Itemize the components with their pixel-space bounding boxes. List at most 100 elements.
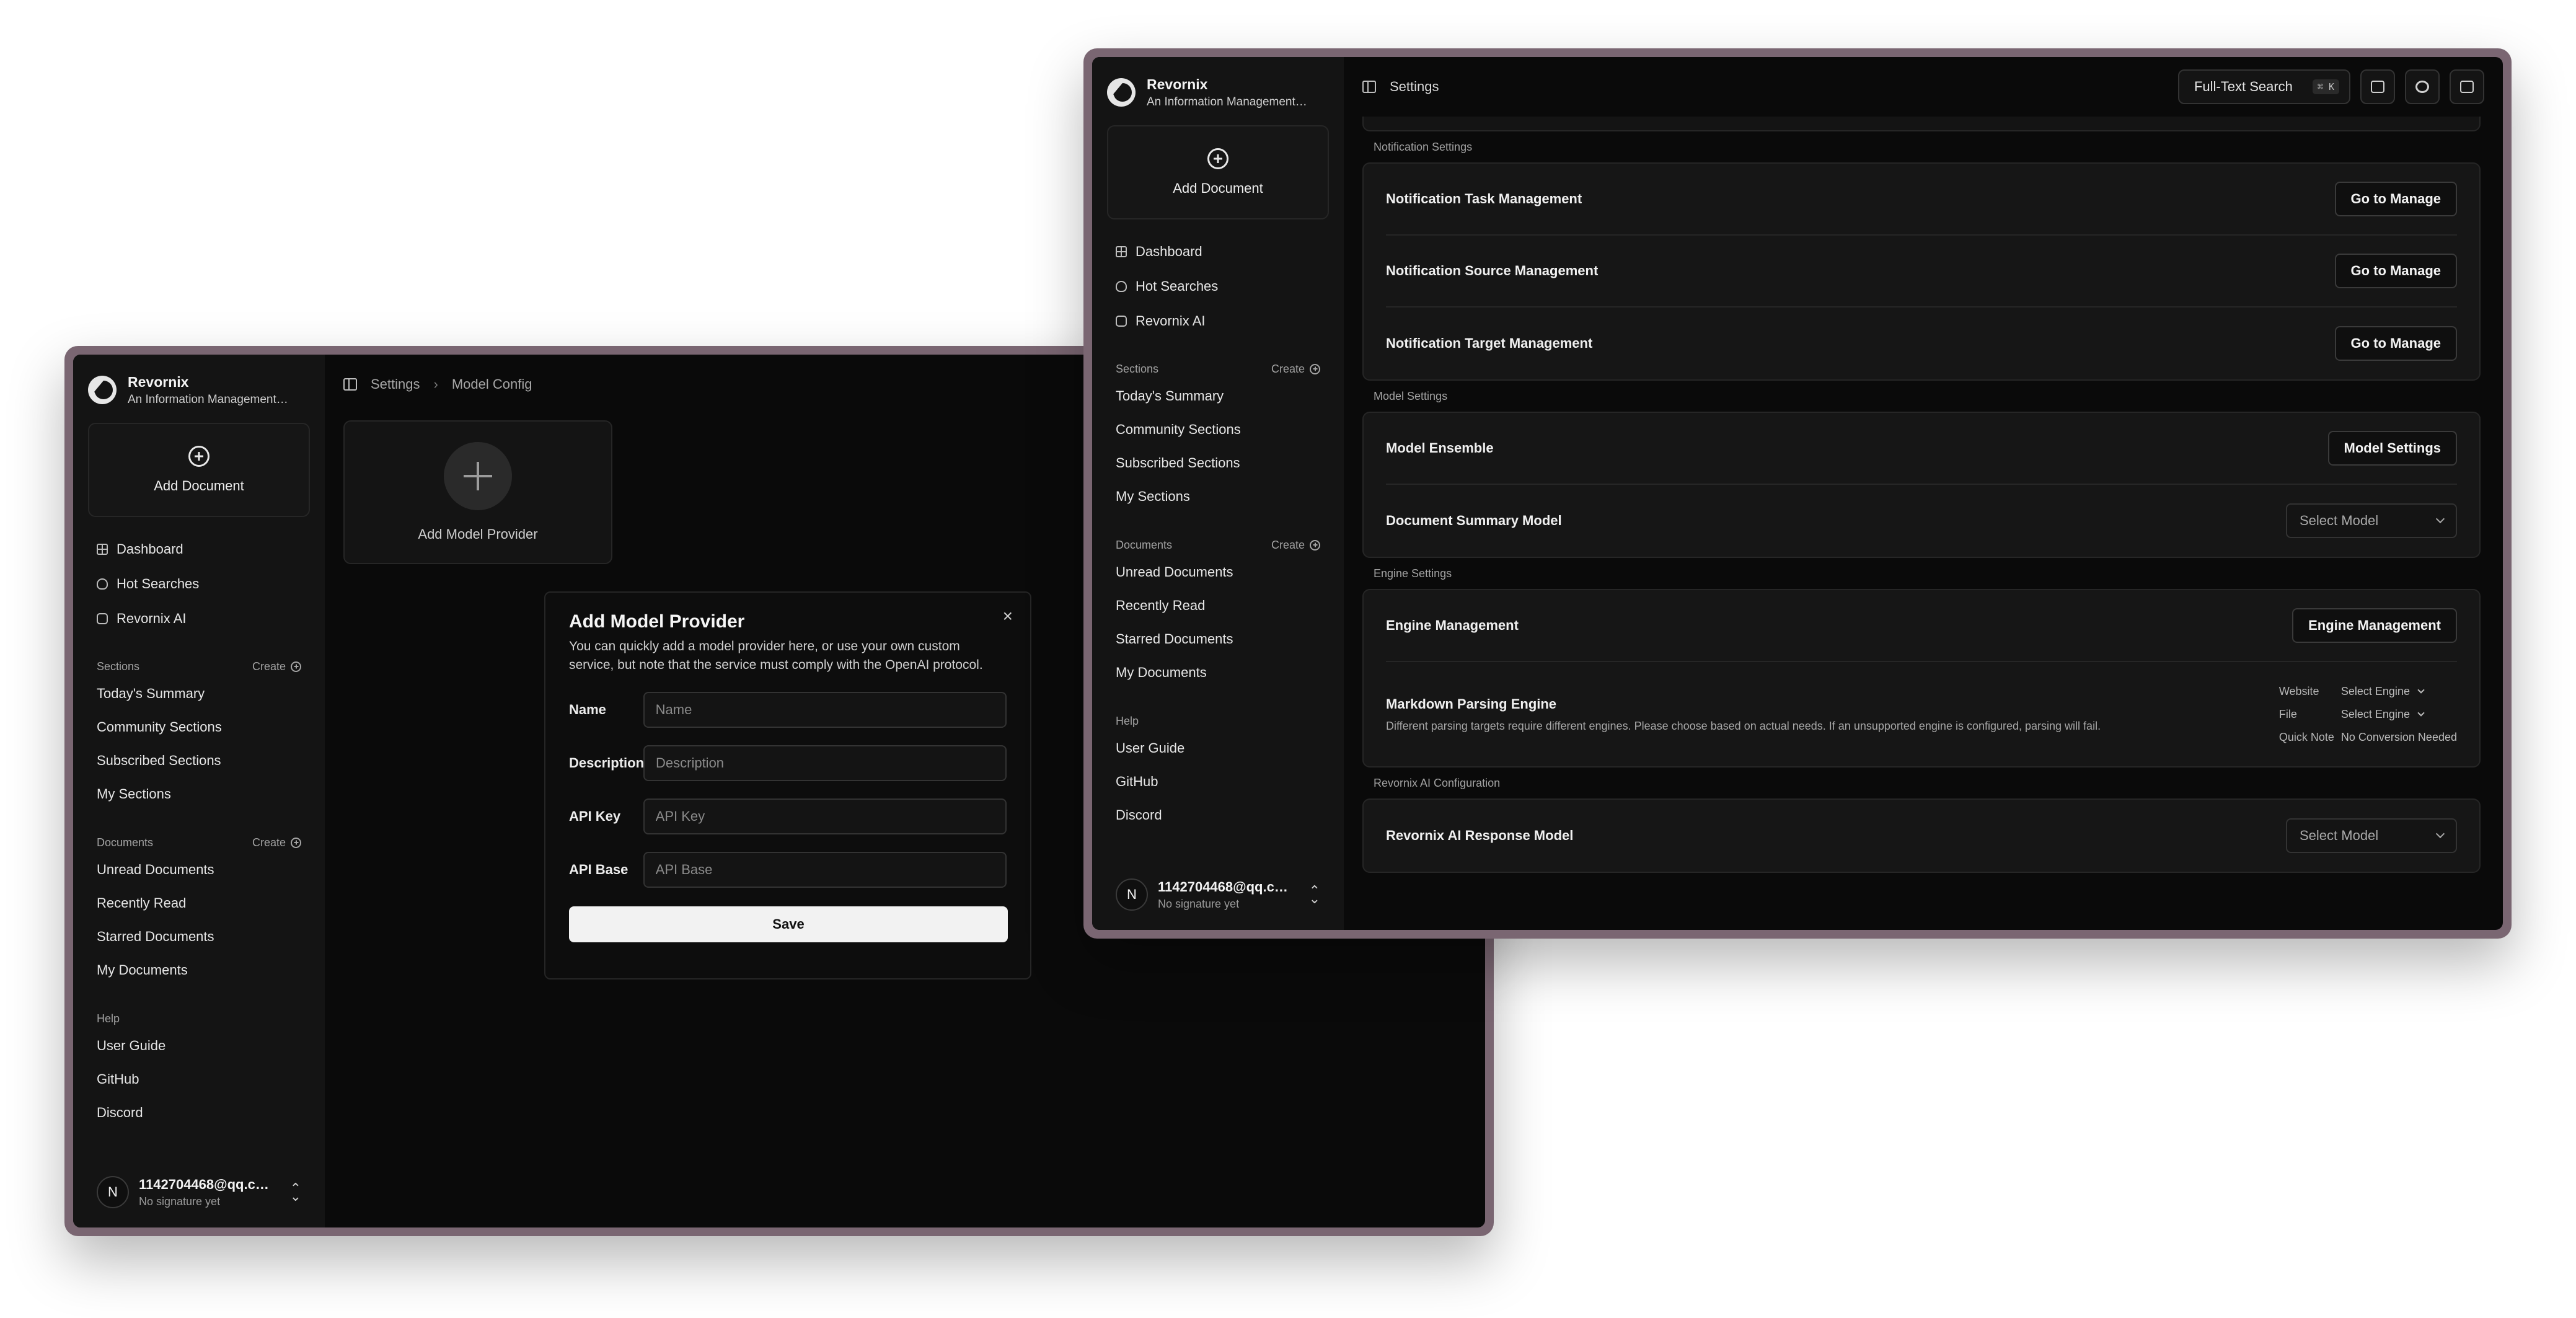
form-row-api-key: API Key [569,798,1007,834]
go-to-manage-task-button[interactable]: Go to Manage [2334,182,2457,216]
select-value: Select Engine [2340,684,2410,697]
sidebar-item-unread-documents[interactable]: Unread Documents [88,853,310,887]
save-button[interactable]: Save [569,906,1008,942]
add-model-provider-dialog: × Add Model Provider You can quickly add… [544,591,1031,980]
sidebar-item-my-documents[interactable]: My Documents [1107,656,1329,689]
revornix-logo-icon [1107,78,1136,107]
sidebar-item-unread-documents[interactable]: Unread Documents [1107,555,1329,589]
chevron-down-icon [2417,686,2425,694]
brand[interactable]: Revornix An Information Management Tool [1107,71,1329,114]
nav-item-hot-searches[interactable]: Hot Searches [1107,270,1329,303]
chevron-right-icon: › [433,376,438,392]
sidebar-item-my-sections[interactable]: My Sections [1107,480,1329,513]
add-model-provider-label: Add Model Provider [418,526,538,542]
main-nav: Dashboard Hot Searches Revornix AI [88,533,310,635]
nav-item-hot-searches[interactable]: Hot Searches [88,568,310,600]
sidebar-item-discord[interactable]: Discord [88,1096,310,1130]
help-title: Help [97,1012,120,1025]
settings-button[interactable] [2405,69,2440,104]
description-input[interactable] [643,745,1007,781]
engine-management-button[interactable]: Engine Management [2292,608,2457,643]
dashboard-grid-icon [97,544,108,555]
sidebar-item-discord[interactable]: Discord [1107,798,1329,832]
search-label: Full-Text Search [2194,79,2293,94]
select-value: Select Model [2300,828,2379,843]
dashboard-grid-icon [1116,246,1127,257]
sidebar-item-recently-read[interactable]: Recently Read [88,887,310,920]
sidebar-item-starred-documents[interactable]: Starred Documents [88,920,310,953]
add-document-button[interactable]: Add Document [1107,125,1329,219]
model-settings-title: Model Settings [1374,389,1448,402]
row-label: Notification Source Management [1386,263,1599,278]
sidebar-toggle-icon[interactable] [1362,81,1376,93]
sidebar-item-community-sections[interactable]: Community Sections [1107,413,1329,446]
sidebar-item-my-sections[interactable]: My Sections [88,777,310,811]
api-base-input[interactable] [643,852,1007,888]
nav-item-dashboard[interactable]: Dashboard [88,533,310,565]
sidebar-item-github[interactable]: GitHub [88,1063,310,1096]
documents-header: Documents Create [88,832,310,853]
go-to-manage-target-button[interactable]: Go to Manage [2334,326,2457,361]
window-settings: Revornix An Information Management Tool … [1083,48,2512,939]
user-menu[interactable]: N 1142704468@qq.com No signature yet ⌃ ⌄ [88,1169,310,1215]
sidebar-item-user-guide[interactable]: User Guide [1107,732,1329,765]
ai-response-model-select[interactable]: Select Model [2286,818,2457,853]
add-document-button[interactable]: Add Document [88,423,310,517]
user-menu[interactable]: N 1142704468@qq.com No signature yet ⌃ ⌄ [1107,872,1329,918]
document-summary-model-select[interactable]: Select Model [2286,503,2457,538]
sidebar-item-todays-summary[interactable]: Today's Summary [88,677,310,710]
documents-create-button[interactable]: Create [252,836,301,849]
full-text-search-button[interactable]: Full-Text Search ⌘ K [2177,69,2350,104]
avatar: N [1116,878,1148,911]
sections-create-button[interactable]: Create [1271,363,1320,376]
breadcrumb-settings[interactable]: Settings [371,376,420,392]
chevron-down-icon [2417,709,2425,717]
inbox-button[interactable] [2360,69,2395,104]
sidebar-item-subscribed-sections[interactable]: Subscribed Sections [88,744,310,777]
sidebar-item-subscribed-sections[interactable]: Subscribed Sections [1107,446,1329,480]
sidebar-item-my-documents[interactable]: My Documents [88,953,310,987]
form-row-api-base: API Base [569,852,1007,888]
nav-item-dashboard[interactable]: Dashboard [1107,236,1329,268]
settings-scroll-area[interactable]: Notification Settings Notification Task … [1362,117,2481,930]
engine-settings-card: Engine Management Engine Management Mark… [1362,589,2481,767]
website-engine-select[interactable]: Select Engine [2341,685,2457,698]
nav-item-revornix-ai[interactable]: Revornix AI [88,603,310,635]
file-engine-select[interactable]: Select Engine [2341,708,2457,721]
name-label: Name [569,702,606,717]
plus-circle-icon [1310,539,1320,551]
documents-header: Documents Create [1107,534,1329,555]
sidebar-item-recently-read[interactable]: Recently Read [1107,589,1329,622]
sections-title: Sections [1116,362,1159,375]
gear-icon [2415,81,2429,93]
model-settings-button[interactable]: Model Settings [2327,431,2457,466]
nav-item-revornix-ai[interactable]: Revornix AI [1107,305,1329,337]
sections-create-button[interactable]: Create [252,660,301,673]
brand-subtitle: An Information Management Tool [1147,95,1308,108]
brand[interactable]: Revornix An Information Management Tool [88,368,310,412]
sidebar-item-user-guide[interactable]: User Guide [88,1029,310,1063]
sidebar-item-starred-documents[interactable]: Starred Documents [1107,622,1329,656]
flame-icon [1116,281,1127,292]
plus-circle-icon [291,661,301,672]
sidebar-toggle-icon[interactable] [343,378,357,391]
github-button[interactable] [2450,69,2484,104]
api-key-input[interactable] [643,798,1007,834]
target-name-quick-note: Quick Note [2278,730,2334,743]
create-label: Create [252,836,286,849]
sidebar-item-community-sections[interactable]: Community Sections [88,710,310,744]
sidebar-item-todays-summary[interactable]: Today's Summary [1107,379,1329,413]
main-nav: Dashboard Hot Searches Revornix AI [1107,236,1329,337]
row-model-ensemble: Model Ensemble Model Settings [1386,413,2457,485]
add-model-provider-card[interactable]: Add Model Provider [343,420,612,564]
sections-header: Sections Create [1107,358,1329,379]
name-input[interactable] [643,692,1007,728]
go-to-manage-source-button[interactable]: Go to Manage [2334,254,2457,288]
row-notification-source: Notification Source Management Go to Man… [1386,236,2457,307]
description-label: Description [569,755,645,771]
close-icon[interactable]: × [1003,606,1013,626]
documents-create-button[interactable]: Create [1271,539,1320,552]
sidebar-item-github[interactable]: GitHub [1107,765,1329,798]
plus-icon [444,442,512,510]
dialog-title: Add Model Provider [569,611,745,632]
